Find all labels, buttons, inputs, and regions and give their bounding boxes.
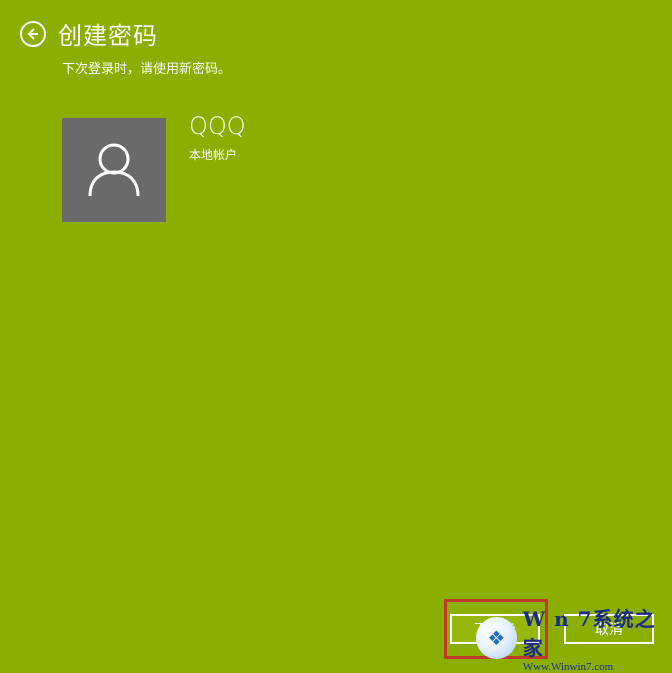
watermark: ❖ W n 7系统之家 Www.Winwin7.com xyxy=(476,607,672,673)
watermark-brand: W n 7系统之家 xyxy=(522,606,656,660)
back-button[interactable] xyxy=(20,20,46,47)
back-arrow-icon xyxy=(27,27,38,40)
page-title: 创建密码 xyxy=(58,22,158,50)
watermark-text: W n 7系统之家 Www.Winwin7.com xyxy=(523,603,672,673)
page-subtitle: 下次登录时，请使用新密码。 xyxy=(62,62,232,77)
watermark-url: Www.Winwin7.com xyxy=(522,660,614,673)
account-name: QQQ xyxy=(189,112,246,140)
avatar xyxy=(62,118,166,222)
windows-logo-icon: ❖ xyxy=(476,616,517,659)
account-type: 本地帐户 xyxy=(189,148,238,162)
page-header: 创建密码 xyxy=(20,16,158,51)
user-icon xyxy=(88,143,140,197)
